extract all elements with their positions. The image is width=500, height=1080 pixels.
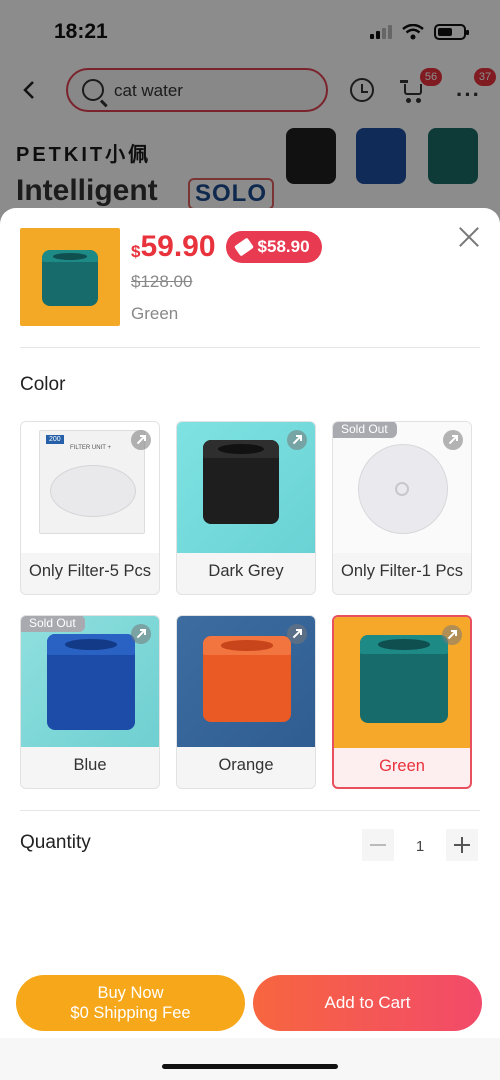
quantity-increase-button[interactable] xyxy=(446,829,478,861)
divider xyxy=(20,347,480,348)
option-label: Green xyxy=(379,757,425,775)
option-label: Dark Grey xyxy=(208,562,284,580)
coupon-price-badge: $58.90 xyxy=(225,231,322,263)
quantity-title: Quantity xyxy=(20,832,91,853)
expand-icon[interactable] xyxy=(442,625,462,645)
quantity-decrease-button[interactable] xyxy=(362,829,394,861)
coupon-price: $58.90 xyxy=(257,237,310,256)
selected-variant: Green xyxy=(131,304,179,323)
buy-now-label: Buy Now xyxy=(97,984,164,1002)
expand-icon[interactable] xyxy=(131,430,151,450)
price-symbol: $ xyxy=(131,242,141,261)
home-indicator[interactable] xyxy=(162,1064,338,1069)
sold-out-badge: Sold Out xyxy=(21,616,85,632)
selected-product-image xyxy=(20,228,120,326)
expand-icon[interactable] xyxy=(287,430,307,450)
option-only-filter-5[interactable]: 200 FILTER UNIT + Only Filter-5 Pcs xyxy=(20,421,160,595)
home-indicator-area xyxy=(0,1038,500,1080)
quantity-value[interactable]: 1 xyxy=(400,838,440,855)
color-title: Color xyxy=(20,374,66,395)
option-label: Orange xyxy=(218,756,274,774)
buy-now-subtext: $0 Shipping Fee xyxy=(70,1004,191,1022)
option-orange[interactable]: Orange xyxy=(176,615,316,789)
close-icon[interactable] xyxy=(456,224,482,250)
filter-box-label: FILTER UNIT + xyxy=(70,445,111,451)
filter-box-badge: 200 xyxy=(46,435,64,444)
option-blue[interactable]: Sold Out Blue xyxy=(20,615,160,789)
price: 59.90 xyxy=(140,230,216,263)
option-label: Only Filter-5 Pcs xyxy=(29,562,151,580)
option-label: Blue xyxy=(73,756,107,774)
option-green[interactable]: Green xyxy=(332,615,472,789)
option-dark-grey[interactable]: Dark Grey xyxy=(176,421,316,595)
coupon-icon xyxy=(233,237,254,257)
original-price: $128.00 xyxy=(131,272,193,291)
buy-now-button[interactable]: Buy Now $0 Shipping Fee xyxy=(16,975,245,1031)
option-only-filter-1[interactable]: Sold Out Only Filter-1 Pcs xyxy=(332,421,472,595)
price-row: $ 59.90 $58.90 xyxy=(131,230,322,264)
expand-icon[interactable] xyxy=(287,624,307,644)
add-to-cart-button[interactable]: Add to Cart xyxy=(253,975,482,1031)
divider xyxy=(20,810,480,811)
option-label: Only Filter-1 Pcs xyxy=(341,562,463,580)
expand-icon[interactable] xyxy=(131,624,151,644)
sold-out-badge: Sold Out xyxy=(333,422,397,438)
expand-icon[interactable] xyxy=(443,430,463,450)
sku-selector-sheet: $ 59.90 $58.90 $128.00 Green Color 200 F… xyxy=(0,208,500,1080)
